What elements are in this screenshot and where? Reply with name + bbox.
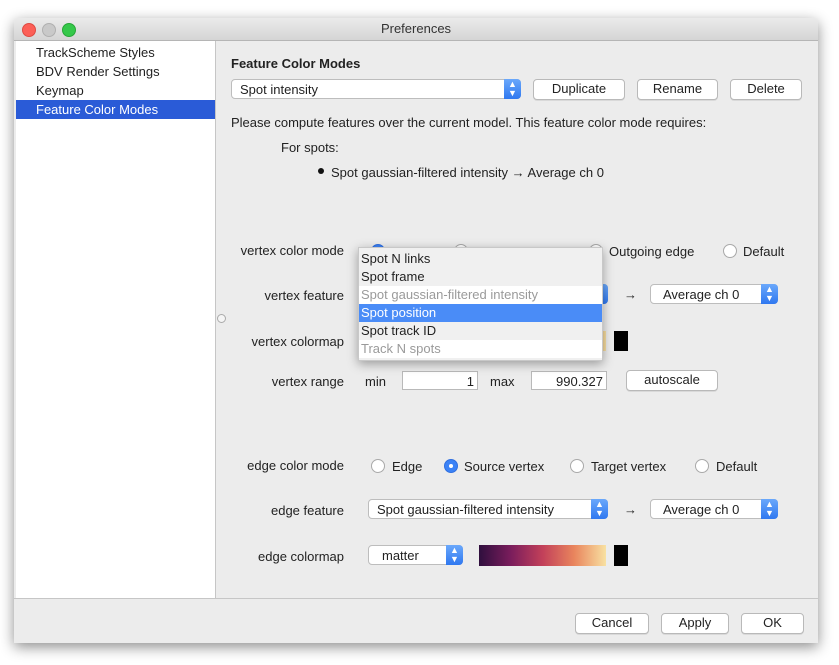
zoom-button[interactable] <box>62 23 76 37</box>
cancel-button[interactable]: Cancel <box>575 613 649 634</box>
sidebar-item-trackscheme-styles[interactable]: TrackScheme Styles <box>16 43 215 62</box>
edge-radio-target-vertex[interactable] <box>570 459 584 473</box>
radio-label-target-vertex: Target vertex <box>591 459 667 474</box>
split-pane-divider-handle[interactable] <box>217 314 226 323</box>
edge-feature-select[interactable]: Spot gaussian-filtered intensity ▲ ▼ <box>368 499 608 519</box>
dropdown-item[interactable]: Spot position <box>359 304 602 322</box>
vertex-projection-select[interactable]: Average ch 0 ▲ ▼ <box>650 284 778 304</box>
dropdown-item[interactable]: Spot N links <box>359 250 602 268</box>
edge-feature-label: edge feature <box>270 503 344 518</box>
for-spots-label: For spots: <box>281 140 339 155</box>
max-label: max <box>490 374 515 389</box>
chevron-updown-icon: ▲▼ <box>446 545 463 565</box>
section-heading: Feature Color Modes <box>231 56 361 71</box>
edge-colormap-select[interactable]: matter ▲ ▼ <box>368 545 463 565</box>
chevron-updown-icon: ▲▼ <box>504 79 521 99</box>
chevron-updown-icon: ▲▼ <box>591 499 608 519</box>
apply-button[interactable]: Apply <box>661 613 729 634</box>
edge-radio-source-vertex[interactable] <box>444 459 458 473</box>
vertex-range-label: vertex range <box>271 374 344 389</box>
vertex-feature-dropdown-list: Spot N links Spot frame Spot gaussian-fi… <box>358 247 603 361</box>
radio-label-default: Default <box>743 244 785 259</box>
autoscale-button[interactable]: autoscale <box>626 370 718 391</box>
delete-button[interactable]: Delete <box>730 79 802 100</box>
sidebar-item-bdv-render-settings[interactable]: BDV Render Settings <box>16 62 215 81</box>
vertex-feature-label: vertex feature <box>264 288 345 303</box>
vertex-missing-color-swatch[interactable] <box>614 331 628 351</box>
edge-missing-color-swatch[interactable] <box>614 545 628 566</box>
window-title: Preferences <box>380 21 452 36</box>
color-mode-value: Spot intensity <box>240 82 319 97</box>
ok-button[interactable]: OK <box>741 613 804 634</box>
vertex-projection-value: Average ch 0 <box>663 287 740 302</box>
minimize-button[interactable] <box>42 23 56 37</box>
dropdown-item[interactable]: Spot frame <box>359 268 602 286</box>
sidebar-item-keymap[interactable]: Keymap <box>16 81 215 100</box>
vertex-max-input[interactable]: 990.327 <box>531 371 607 390</box>
radio-label-edge: Edge <box>392 459 423 474</box>
edge-color-mode-label: edge color mode <box>247 458 344 473</box>
radio-label-default: Default <box>716 459 758 474</box>
chevron-updown-icon: ▲▼ <box>761 284 778 304</box>
dropdown-item: Track N spots <box>359 340 602 358</box>
edge-projection-value: Average ch 0 <box>663 502 740 517</box>
edge-feature-value: Spot gaussian-filtered intensity <box>377 502 555 517</box>
edge-projection-select[interactable]: Average ch 0 ▲ ▼ <box>650 499 778 519</box>
notice-text: Please compute features over the current… <box>231 115 707 130</box>
color-mode-select[interactable]: Spot intensity ▲ ▼ <box>231 79 521 99</box>
edge-colormap-value: matter <box>382 548 419 563</box>
bullet-icon <box>318 168 324 174</box>
edge-radio-edge[interactable] <box>371 459 385 473</box>
vertex-min-input[interactable]: 1 <box>402 371 478 390</box>
duplicate-button[interactable]: Duplicate <box>533 79 625 100</box>
vertex-color-mode-label: vertex color mode <box>240 243 344 258</box>
arrow-text: → <box>624 502 637 517</box>
arrow-text: → <box>624 287 637 302</box>
sidebar-item-feature-color-modes[interactable]: Feature Color Modes <box>16 100 215 119</box>
footer-bar: Cancel Apply OK <box>14 598 818 643</box>
edge-colormap-label: edge colormap <box>258 549 344 564</box>
radio-label-source-vertex: Source vertex <box>464 459 545 474</box>
dropdown-item[interactable]: Spot track ID <box>359 322 602 340</box>
close-button[interactable] <box>22 23 36 37</box>
sidebar: TrackScheme Styles BDV Render Settings K… <box>16 41 216 598</box>
chevron-updown-icon: ▲▼ <box>761 499 778 519</box>
preferences-window: Preferences TrackScheme Styles BDV Rende… <box>14 18 818 643</box>
dropdown-item: Spot gaussian-filtered intensity <box>359 286 602 304</box>
vertex-colormap-label: vertex colormap <box>251 334 344 349</box>
rename-button[interactable]: Rename <box>637 79 718 100</box>
requirement-text: Spot gaussian-filtered intensity → Avera… <box>331 165 604 180</box>
title-bar: Preferences <box>14 18 818 41</box>
edge-colormap-preview <box>479 545 606 566</box>
min-label: min <box>365 374 386 389</box>
radio-label-outgoing-edge: Outgoing edge <box>609 244 695 259</box>
edge-radio-default[interactable] <box>695 459 709 473</box>
vertex-radio-default[interactable] <box>723 244 737 258</box>
